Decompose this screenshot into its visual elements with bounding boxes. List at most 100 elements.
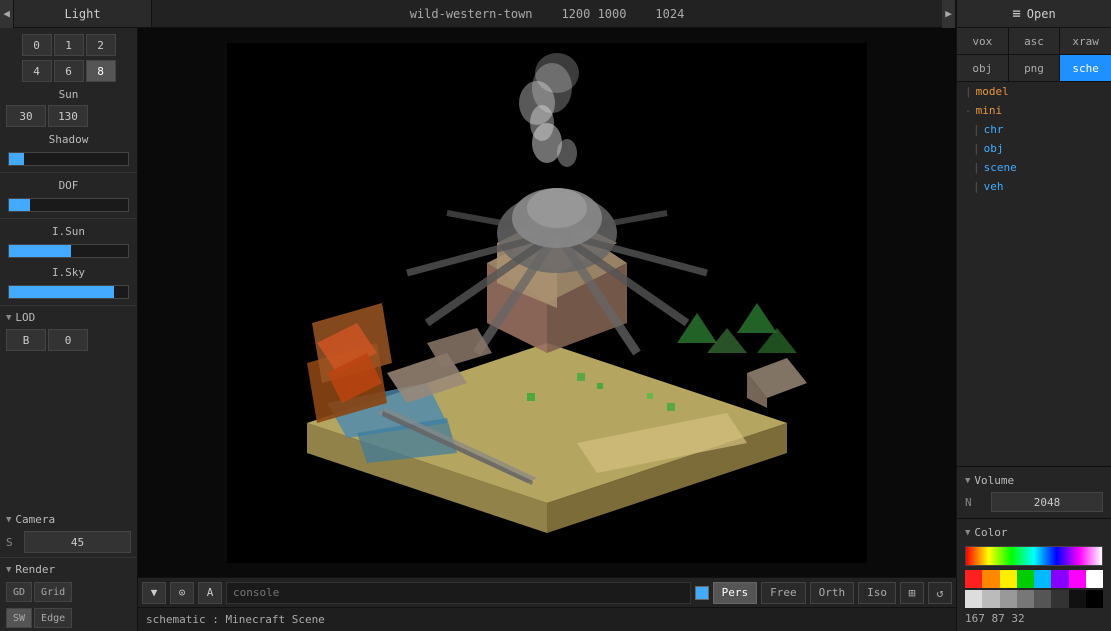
camera-section[interactable]: ▼ Camera <box>0 510 137 529</box>
pipe-icon-veh: | <box>973 180 980 193</box>
volume-value[interactable]: 2048 <box>991 492 1103 512</box>
camera-label: Camera <box>15 513 55 526</box>
reset-btn[interactable]: ↺ <box>928 582 952 604</box>
color-label: Color <box>974 526 1007 539</box>
dash-icon: - <box>965 104 972 117</box>
view-btn-orth[interactable]: Orth <box>810 582 855 604</box>
scene-name: wild-western-town <box>410 7 533 21</box>
scene-svg <box>227 43 867 563</box>
tree-item-model[interactable]: | model <box>957 82 1111 101</box>
tab-asc[interactable]: asc <box>1009 28 1061 54</box>
scene-name-center: wild-western-town 1200 1000 1024 <box>152 7 942 21</box>
render-gd-btn[interactable]: GD <box>6 582 32 602</box>
camera-val[interactable]: 45 <box>24 531 131 553</box>
render-edge-btn[interactable]: Edge <box>34 608 72 628</box>
isky-slider[interactable] <box>0 281 137 303</box>
render-sw-btn[interactable]: SW <box>6 608 32 628</box>
tree-item-veh[interactable]: | veh <box>957 177 1111 196</box>
volume-header: ▼ Volume <box>957 471 1111 490</box>
swatch-magenta[interactable] <box>1069 570 1086 588</box>
nav-arrow-right[interactable]: ▶ <box>942 0 956 28</box>
swatch-dkgray[interactable] <box>1051 590 1068 608</box>
color-section: ▼ Color <box>957 518 1111 631</box>
volume-n-label: N <box>965 496 985 509</box>
swatch-green[interactable] <box>1017 570 1034 588</box>
isun-label: I.Sun <box>0 221 137 240</box>
status-text: schematic : Minecraft Scene <box>146 613 325 626</box>
nav-arrow-left[interactable]: ◀ <box>0 0 14 28</box>
tab-sche[interactable]: sche <box>1060 55 1111 81</box>
swatch-ltgray[interactable] <box>965 590 982 608</box>
swatch-black[interactable] <box>1086 590 1103 608</box>
volume-section: ▼ Volume N 2048 <box>957 466 1111 518</box>
grid-layout-btn[interactable]: ⊞ <box>900 582 924 604</box>
render-btn-group1: GD Grid <box>6 582 72 602</box>
view-btn-pers[interactable]: Pers <box>713 582 758 604</box>
dim2: 1000 <box>598 7 627 21</box>
open-label: Open <box>1027 7 1056 21</box>
color-header: ▼ Color <box>957 523 1111 542</box>
render-section[interactable]: ▼ Render <box>0 560 137 579</box>
color-values: 167 87 32 <box>957 610 1111 627</box>
tab-xraw[interactable]: xraw <box>1060 28 1111 54</box>
shadow-slider[interactable] <box>0 148 137 170</box>
swatch-gray1[interactable] <box>982 590 999 608</box>
swatch-gray2[interactable] <box>1000 590 1017 608</box>
tab-obj[interactable]: obj <box>957 55 1009 81</box>
lod-b[interactable]: B <box>6 329 46 351</box>
swatch-white[interactable] <box>1086 570 1103 588</box>
camera-btn[interactable]: ⊙ <box>170 582 194 604</box>
pipe-icon: | <box>965 85 972 98</box>
sun-val2[interactable]: 130 <box>48 105 88 127</box>
arrow-down-btn[interactable]: ▼ <box>142 582 166 604</box>
pipe-icon-scene: | <box>973 161 980 174</box>
pipe-icon-obj: | <box>973 142 980 155</box>
isun-slider[interactable] <box>0 240 137 262</box>
swatch-orange[interactable] <box>982 570 999 588</box>
num-btn-2[interactable]: 2 <box>86 34 116 56</box>
viewport-image[interactable] <box>138 28 956 577</box>
tab-png[interactable]: png <box>1009 55 1061 81</box>
swatch-cyan[interactable] <box>1034 570 1051 588</box>
render-arrow: ▼ <box>6 565 11 575</box>
tree-item-obj[interactable]: | obj <box>957 139 1111 158</box>
pipe-icon-chr: | <box>973 123 980 136</box>
num-buttons-row2: 4 6 8 <box>0 58 137 84</box>
render-grid-btn[interactable]: Grid <box>34 582 72 602</box>
swatch-red[interactable] <box>965 570 982 588</box>
reset-icon: ↺ <box>936 586 943 600</box>
num-btn-6[interactable]: 6 <box>54 60 84 82</box>
color-gradient[interactable] <box>965 546 1103 566</box>
lod-section[interactable]: ▼ LOD <box>0 308 137 327</box>
dof-slider[interactable] <box>0 194 137 216</box>
swatch-yellow[interactable] <box>1000 570 1017 588</box>
color-swatch-row2 <box>965 590 1103 608</box>
camera-arrow: ▼ <box>6 515 11 525</box>
tree-item-scene[interactable]: | scene <box>957 158 1111 177</box>
tree-item-chr[interactable]: | chr <box>957 120 1111 139</box>
view-btn-iso[interactable]: Iso <box>858 582 896 604</box>
tab-vox[interactable]: vox <box>957 28 1009 54</box>
num-btn-1[interactable]: 1 <box>54 34 84 56</box>
left-panel: 0 1 2 4 6 8 Sun 30 130 Shadow DOF <box>0 28 138 631</box>
lod-val[interactable]: 0 <box>48 329 88 351</box>
render-btn-group2: SW Edge <box>6 608 72 628</box>
render-label: Render <box>15 563 55 576</box>
camera-s-label: S <box>6 531 22 553</box>
swatch-gray3[interactable] <box>1017 590 1034 608</box>
sun-val1[interactable]: 30 <box>6 105 46 127</box>
num-btn-8[interactable]: 8 <box>86 60 116 82</box>
tree-item-mini[interactable]: - mini <box>957 101 1111 120</box>
swatch-gray4[interactable] <box>1034 590 1051 608</box>
console-input[interactable] <box>226 582 691 604</box>
num-btn-0[interactable]: 0 <box>22 34 52 56</box>
letter-a-btn[interactable]: A <box>198 582 222 604</box>
main-area: 0 1 2 4 6 8 Sun 30 130 Shadow DOF <box>0 28 1111 631</box>
view-btn-free[interactable]: Free <box>761 582 806 604</box>
swatch-purple[interactable] <box>1051 570 1068 588</box>
open-menu[interactable]: ≡ Open <box>956 0 1111 27</box>
grid-icon: ⊞ <box>908 586 915 600</box>
lod-arrow: ▼ <box>6 313 11 323</box>
swatch-black1[interactable] <box>1069 590 1086 608</box>
num-btn-4[interactable]: 4 <box>22 60 52 82</box>
